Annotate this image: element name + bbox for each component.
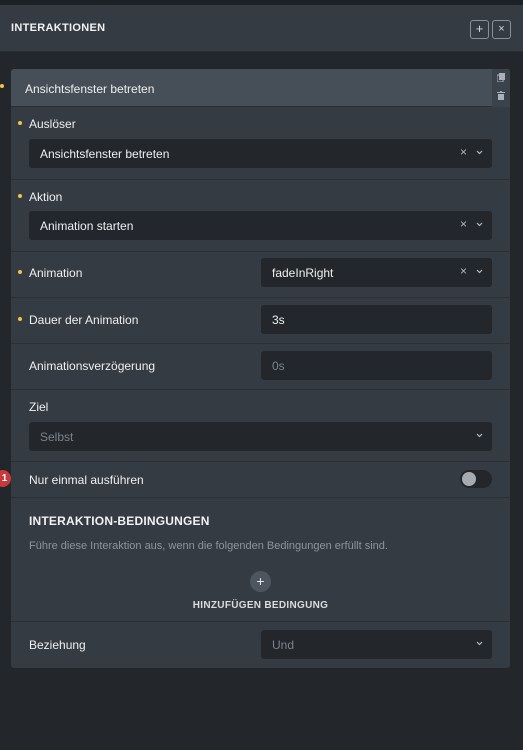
conditions-title: INTERAKTION-BEDINGUNGEN bbox=[29, 514, 210, 528]
chevron-down-icon bbox=[475, 148, 484, 157]
duration-value: 3s bbox=[272, 313, 285, 327]
chevron-down-icon bbox=[475, 267, 484, 276]
card-tools bbox=[492, 69, 510, 107]
interaction-card-title: Ansichtsfenster betreten bbox=[25, 82, 155, 96]
interactions-header: INTERAKTIONEN + × bbox=[0, 5, 523, 52]
run-once-row: Nur einmal ausführen bbox=[11, 462, 510, 498]
chevron-down-icon bbox=[475, 220, 484, 229]
clear-icon[interactable]: × bbox=[460, 146, 470, 158]
animation-label: Animation bbox=[29, 266, 83, 280]
relation-placeholder: Und bbox=[272, 638, 295, 652]
add-interaction-button[interactable]: + bbox=[470, 20, 489, 39]
close-button[interactable]: × bbox=[492, 20, 511, 39]
trigger-value: Ansichtsfenster betreten bbox=[40, 147, 170, 161]
clear-icon[interactable]: × bbox=[460, 218, 470, 230]
action-row: Aktion Animation starten × bbox=[11, 180, 510, 252]
animation-row: Animation fadeInRight × bbox=[11, 252, 510, 298]
target-select[interactable]: Selbst bbox=[29, 422, 492, 451]
clear-icon[interactable]: × bbox=[460, 265, 470, 277]
interaction-indicator-dot bbox=[0, 84, 4, 88]
trigger-row: Auslöser Ansichtsfenster betreten × bbox=[11, 107, 510, 180]
relation-select[interactable]: Und bbox=[261, 630, 492, 659]
toggle-knob bbox=[462, 472, 476, 486]
trigger-label: Auslöser bbox=[29, 117, 76, 131]
interaction-card-header[interactable]: Ansichtsfenster betreten bbox=[11, 69, 510, 107]
chevron-down-icon bbox=[475, 639, 484, 648]
interaction-card: Ansichtsfenster betreten Auslöser Ansich… bbox=[11, 69, 510, 668]
required-dot bbox=[18, 317, 22, 321]
badge-wrapper: 1 bbox=[0, 470, 11, 487]
required-dot bbox=[18, 194, 22, 198]
relation-label: Beziehung bbox=[29, 638, 86, 652]
delay-input[interactable]: 0s bbox=[261, 351, 492, 380]
trash-icon[interactable] bbox=[497, 91, 505, 100]
panel-title: INTERAKTIONEN bbox=[11, 22, 106, 34]
run-once-toggle[interactable] bbox=[460, 470, 492, 488]
target-row: Ziel Selbst bbox=[11, 390, 510, 462]
animation-value: fadeInRight bbox=[272, 266, 334, 280]
required-dot bbox=[18, 270, 22, 274]
target-label: Ziel bbox=[29, 400, 49, 414]
duration-input[interactable]: 3s bbox=[261, 305, 492, 334]
add-condition-button[interactable]: HINZUFÜGEN BEDINGUNG bbox=[11, 600, 510, 611]
duration-row: Dauer der Animation 3s bbox=[11, 298, 510, 344]
action-select[interactable]: Animation starten × bbox=[29, 211, 492, 240]
relation-row: Beziehung Und bbox=[11, 621, 510, 668]
delay-row: Animationsverzögerung 0s bbox=[11, 344, 510, 390]
required-dot bbox=[18, 121, 22, 125]
conditions-description: Führe diese Interaktion aus, wenn die fo… bbox=[29, 540, 388, 552]
delay-label: Animationsverzögerung bbox=[29, 359, 156, 373]
trigger-select[interactable]: Ansichtsfenster betreten × bbox=[29, 139, 492, 168]
action-value: Animation starten bbox=[40, 219, 134, 233]
chevron-down-icon bbox=[475, 431, 484, 440]
animation-select[interactable]: fadeInRight × bbox=[261, 258, 492, 287]
duration-label: Dauer der Animation bbox=[29, 313, 139, 327]
delay-placeholder: 0s bbox=[272, 359, 285, 373]
copy-icon[interactable] bbox=[496, 73, 505, 83]
error-count-badge: 1 bbox=[0, 470, 11, 487]
target-placeholder: Selbst bbox=[40, 430, 74, 444]
action-label: Aktion bbox=[29, 190, 63, 204]
add-condition-icon[interactable]: + bbox=[250, 571, 271, 592]
run-once-label: Nur einmal ausführen bbox=[29, 473, 144, 487]
